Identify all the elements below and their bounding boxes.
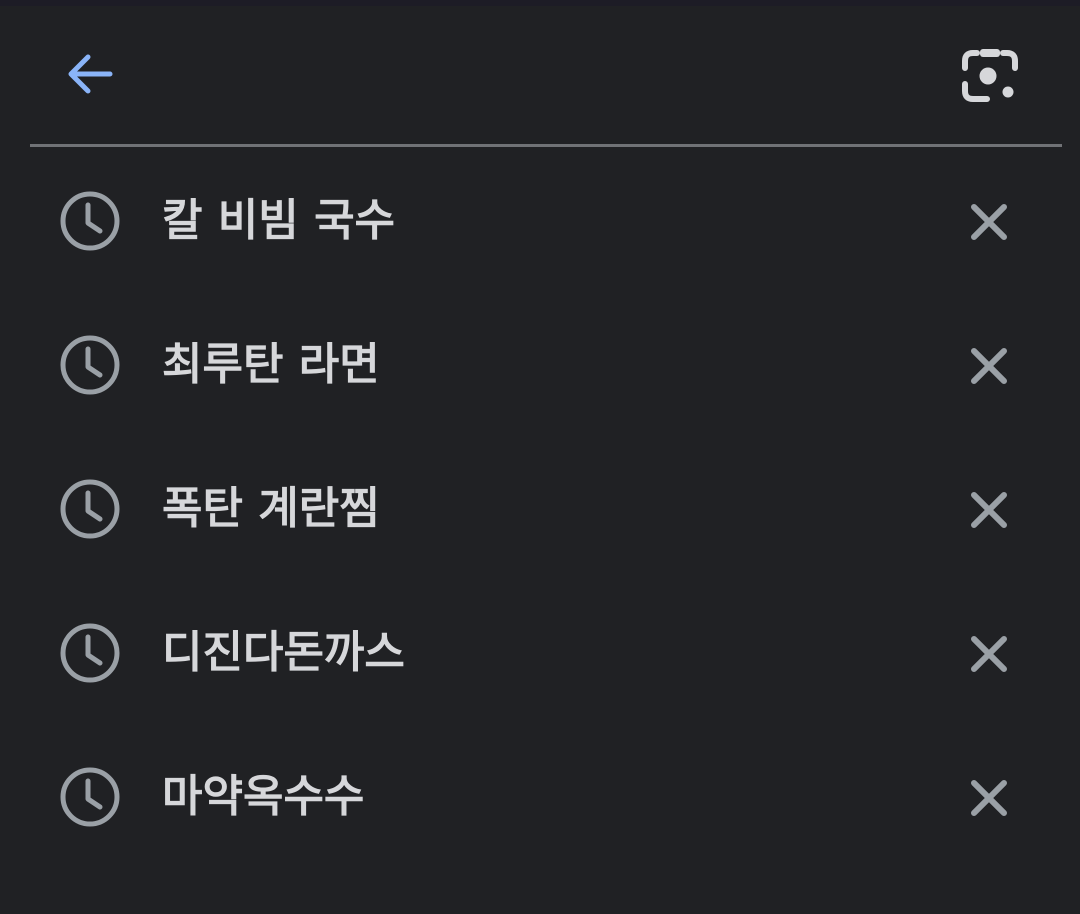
history-item-label: 최루탄 라면 [162, 339, 380, 390]
search-history-list: 칼 비빔 국수 최루탄 라면 폭탄 계란찜 디진다돈까스 마약옥수수 [0, 147, 1080, 867]
google-lens-button[interactable] [954, 40, 1026, 112]
clock-icon [60, 767, 120, 827]
history-item-label: 칼 비빔 국수 [162, 195, 396, 246]
history-item-label: 폭탄 계란찜 [162, 483, 380, 534]
clock-icon [60, 623, 120, 683]
history-item-label: 마약옥수수 [162, 771, 365, 822]
arrow-left-icon [68, 54, 113, 94]
google-lens-icon [962, 49, 1018, 102]
close-icon [971, 492, 1007, 528]
clock-icon [60, 479, 120, 539]
back-button[interactable] [58, 42, 122, 106]
history-item[interactable]: 폭탄 계란찜 [0, 435, 1080, 579]
close-icon [971, 204, 1007, 240]
remove-history-button[interactable] [958, 623, 1020, 685]
close-icon [971, 780, 1007, 816]
clock-icon [60, 335, 120, 395]
remove-history-button[interactable] [958, 191, 1020, 253]
search-screen: 칼 비빔 국수 최루탄 라면 폭탄 계란찜 디진다돈까스 마약옥수수 [0, 0, 1080, 914]
remove-history-button[interactable] [958, 767, 1020, 829]
close-icon [971, 348, 1007, 384]
history-item-label: 디진다돈까스 [162, 627, 405, 678]
search-input[interactable] [150, 42, 914, 108]
history-item[interactable]: 칼 비빔 국수 [0, 147, 1080, 291]
remove-history-button[interactable] [958, 479, 1020, 541]
search-bar [0, 6, 1080, 144]
clock-icon [60, 191, 120, 251]
history-item[interactable]: 마약옥수수 [0, 723, 1080, 867]
history-item[interactable]: 디진다돈까스 [0, 579, 1080, 723]
history-item[interactable]: 최루탄 라면 [0, 291, 1080, 435]
close-icon [971, 636, 1007, 672]
remove-history-button[interactable] [958, 335, 1020, 397]
